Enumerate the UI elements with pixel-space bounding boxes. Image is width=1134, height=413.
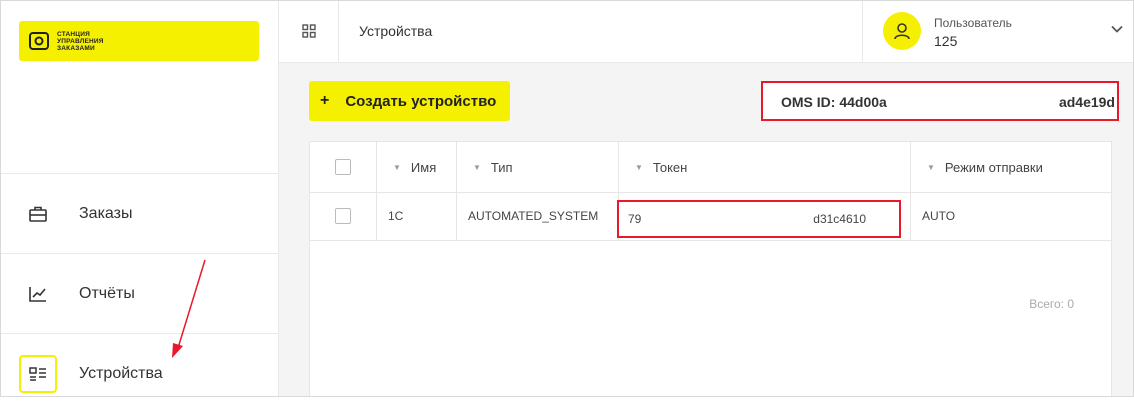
grid-icon[interactable] [279, 0, 339, 62]
cell-mode: AUTO [911, 192, 1111, 240]
sidebar-item-label: Заказы [79, 204, 133, 222]
user-role: Пользователь [934, 16, 1012, 30]
column-mode[interactable]: ▼ Режим отправки [911, 142, 1111, 192]
sort-icon: ▼ [635, 162, 643, 172]
row-checkbox[interactable] [335, 208, 351, 224]
sidebar: СТАНЦИЯ УПРАВЛЕНИЯ ЗАКАЗАМИ Заказы Отчёт… [0, 0, 279, 397]
column-type-label: Тип [490, 159, 513, 175]
sort-icon: ▼ [927, 162, 935, 172]
briefcase-icon [19, 195, 57, 233]
sort-icon: ▼ [473, 162, 481, 172]
select-all-checkbox[interactable] [335, 159, 351, 175]
column-type[interactable]: ▼ Тип [457, 142, 619, 192]
sidebar-item-reports[interactable]: Отчёты [0, 254, 278, 333]
logo[interactable]: СТАНЦИЯ УПРАВЛЕНИЯ ЗАКАЗАМИ [19, 21, 259, 61]
cell-name: 1C [377, 192, 457, 240]
oms-id-box: OMS ID: 44d00a ad4e19d [761, 81, 1119, 121]
main-content: + Создать устройство OMS ID: 44d00a ad4e… [279, 63, 1134, 397]
user-avatar-icon [883, 12, 921, 50]
token-end: d31c4610 [813, 212, 866, 226]
create-device-label: Создать устройство [345, 92, 497, 110]
chart-icon [19, 275, 57, 313]
sort-icon: ▼ [393, 162, 401, 172]
oms-id-end: ad4e19d [1058, 94, 1115, 110]
devices-icon [19, 354, 57, 393]
column-name-label: Имя [410, 159, 437, 175]
sidebar-item-devices[interactable]: Устройства [0, 334, 278, 413]
token-start: 79 [628, 212, 642, 226]
plus-icon: + [320, 92, 330, 109]
device-type: AUTOMATED_SYSTEM [468, 209, 599, 223]
header-select-cell [310, 142, 377, 192]
device-name: 1C [388, 209, 404, 223]
create-device-button[interactable]: + Создать устройство [309, 81, 510, 121]
column-token-label: Токен [652, 159, 688, 175]
sidebar-item-orders[interactable]: Заказы [0, 174, 278, 253]
logo-icon [29, 32, 49, 50]
user-id: 125 [934, 33, 958, 49]
devices-table: ▼ Имя ▼ Тип ▼ Токен ▼ Режим отправки 1C [309, 141, 1112, 397]
logo-text: СТАНЦИЯ УПРАВЛЕНИЯ ЗАКАЗАМИ [57, 31, 104, 52]
total-count: Всего: 0 [1029, 297, 1074, 311]
token-highlight-box: 79 d31c4610 [617, 200, 901, 238]
logo-line-2: УПРАВЛЕНИЯ [57, 37, 104, 45]
logo-line-3: ЗАКАЗАМИ [57, 44, 95, 52]
cell-type: AUTOMATED_SYSTEM [457, 192, 619, 240]
column-token[interactable]: ▼ Токен [619, 142, 911, 192]
chevron-down-icon[interactable] [1111, 25, 1123, 33]
row-select-cell [310, 192, 377, 240]
sidebar-item-label: Устройства [79, 364, 163, 382]
page-title: Устройства [359, 23, 433, 39]
oms-id-start: OMS ID: 44d00a [781, 94, 887, 110]
logo-line-1: СТАНЦИЯ [57, 30, 90, 38]
table-header: ▼ Имя ▼ Тип ▼ Токен ▼ Режим отправки [310, 142, 1111, 193]
top-header: Устройства Пользователь 125 [279, 0, 1134, 63]
user-menu[interactable]: Пользователь 125 [862, 0, 1134, 62]
column-mode-label: Режим отправки [944, 159, 1043, 175]
send-mode: AUTO [922, 209, 956, 223]
sidebar-item-label: Отчёты [79, 284, 135, 302]
column-name[interactable]: ▼ Имя [377, 142, 457, 192]
